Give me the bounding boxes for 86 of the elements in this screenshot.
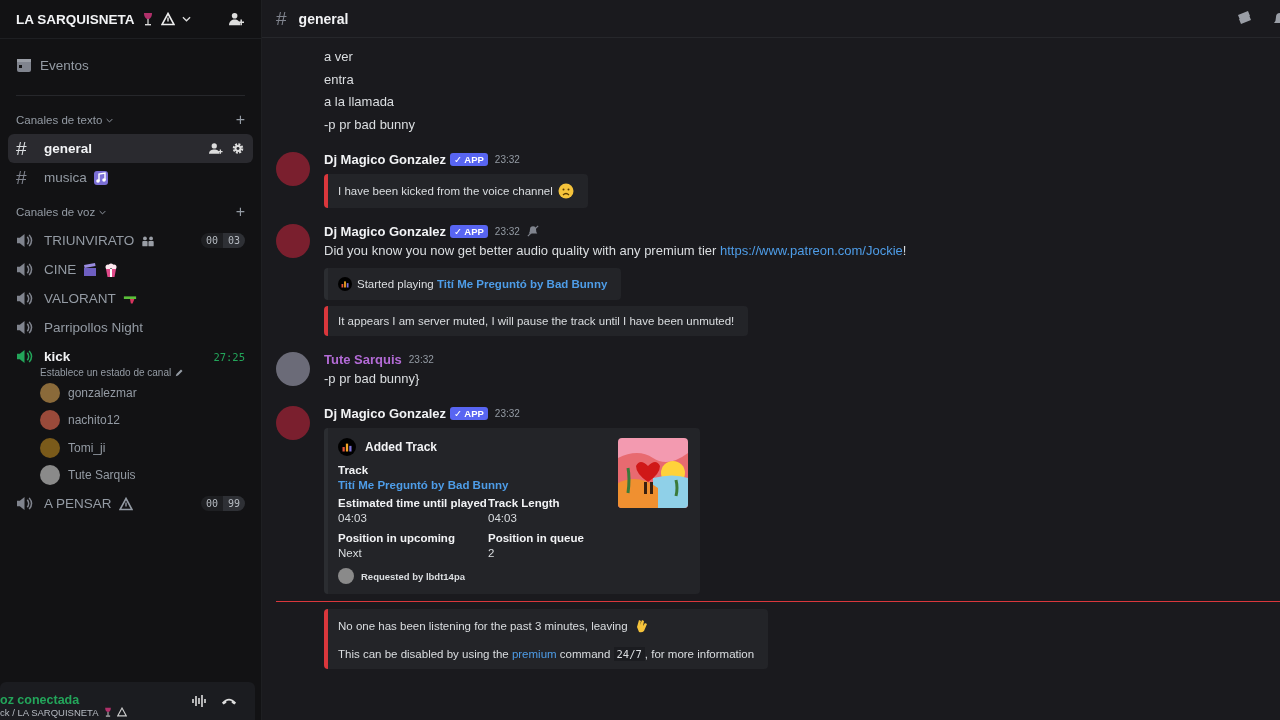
- timestamp: 23:32: [408, 353, 434, 365]
- channel-item[interactable]: # musica: [8, 163, 253, 192]
- equalizer-icon: [338, 277, 352, 291]
- speaker-icon: [16, 320, 33, 335]
- app-badge: ✓ APP: [450, 152, 488, 166]
- voice-channel-item[interactable]: CINE: [8, 255, 253, 284]
- field-label: Estimated time until played: [338, 497, 488, 509]
- message-text: a la llamada: [324, 93, 396, 111]
- link[interactable]: Tití Me Preguntó by Bad Bunny: [338, 479, 594, 491]
- message-text: entra: [324, 70, 355, 89]
- call-timer: 27:25: [213, 350, 245, 363]
- embed-text: This can be disabled by using the premium command 24/7 , for more information: [338, 648, 755, 660]
- add-channel-button[interactable]: +: [235, 111, 245, 129]
- equalizer-icon: [338, 438, 356, 456]
- message-text: -p pr bad bunny}: [324, 370, 420, 388]
- timestamp: 23:32: [494, 407, 520, 419]
- link[interactable]: premium: [511, 648, 557, 660]
- field-value: 04:03: [488, 512, 518, 524]
- author-name[interactable]: Dj Magico Gonzalez: [324, 151, 447, 167]
- hash-icon: #: [16, 137, 36, 160]
- user-count: 00: [200, 233, 223, 248]
- field-label: Track Length: [488, 497, 561, 509]
- message-text: Did you know you now get better audio quality with any premium tier https://www.patreon.com/Jockie!: [324, 242, 907, 260]
- author-name[interactable]: Dj Magico Gonzalez: [324, 405, 447, 421]
- member-name[interactable]: gonzalezmar: [68, 385, 137, 400]
- app-badge: ✓ APP: [450, 406, 488, 420]
- message-text: a ver: [324, 48, 354, 66]
- embed-text: Started playing Tití Me Preguntó by Bad Bunny: [357, 278, 608, 290]
- voice-channel-item[interactable]: A PENSAR 00 99: [8, 489, 253, 518]
- field-label: Position in queue: [488, 532, 585, 544]
- inline-code: 24/7: [613, 647, 645, 661]
- avatar[interactable]: [276, 352, 310, 386]
- speaker-icon: [16, 496, 33, 511]
- speaker-icon: [16, 291, 33, 306]
- member-name[interactable]: nachito12: [68, 413, 121, 428]
- channel-status-prompt[interactable]: Establece un estado de canal: [40, 366, 172, 378]
- field-label: Track: [338, 464, 370, 476]
- chevron-down-icon: [99, 209, 107, 215]
- settings-icon[interactable]: [231, 142, 245, 155]
- embed-text: I have been kicked from the voice channel: [338, 185, 553, 197]
- author-name[interactable]: Tute Sarquis: [324, 351, 402, 367]
- field-label: Position in upcoming: [338, 532, 456, 544]
- channel-title: general: [298, 10, 349, 27]
- channel-item[interactable]: # general: [8, 134, 253, 163]
- embed-text: No one has been listening for the past 3 minutes, leaving: [338, 620, 628, 632]
- chevron-down-icon: [106, 117, 114, 123]
- voice-channel-item[interactable]: Parripollos Night: [8, 313, 253, 342]
- link[interactable]: https://www.patreon.com/Jockie: [720, 243, 903, 258]
- add-member-icon[interactable]: [228, 11, 245, 27]
- footer-text: Requested by lbdt14pa: [361, 570, 465, 582]
- avatar: [338, 568, 354, 584]
- timestamp: 23:32: [494, 153, 520, 165]
- category-label[interactable]: Canales de voz: [16, 206, 96, 218]
- member-name[interactable]: Tute Sarquis: [68, 468, 136, 483]
- category-label[interactable]: Canales de texto: [16, 114, 103, 126]
- voice-channel-item[interactable]: TRIUNVIRATO 00 03: [8, 226, 253, 255]
- message-text: -p pr bad bunny: [324, 115, 417, 134]
- voice-channel-item[interactable]: VALORANT: [8, 284, 253, 313]
- calendar-icon: [16, 57, 32, 73]
- voice-location[interactable]: ck / LA SARQUISNETA: [0, 706, 99, 718]
- user-limit: 03: [222, 233, 245, 248]
- hash-icon: #: [276, 7, 287, 30]
- soundwave-icon[interactable]: [191, 694, 207, 708]
- timestamp: 23:32: [494, 225, 520, 237]
- events-link[interactable]: Eventos: [40, 57, 89, 73]
- speaker-icon: [16, 233, 33, 248]
- app-badge: ✓ APP: [450, 224, 488, 238]
- hash-icon: #: [16, 166, 36, 189]
- field-value: 04:03: [338, 512, 368, 524]
- server-name[interactable]: LA SARQUISNETA: [16, 11, 135, 27]
- user-limit: 99: [222, 496, 245, 511]
- embed-text: It appears I am server muted, I will pause the track until I have been unmuted!: [338, 315, 735, 327]
- add-channel-button[interactable]: +: [235, 203, 245, 221]
- pencil-icon[interactable]: [175, 367, 185, 377]
- add-member-icon[interactable]: [209, 142, 223, 155]
- chevron-down-icon[interactable]: [181, 16, 191, 22]
- speaker-icon: [16, 262, 33, 277]
- speaker-icon: [16, 349, 33, 364]
- link[interactable]: Tití Me Preguntó by Bad Bunny: [436, 278, 608, 290]
- field-value: 2: [488, 547, 496, 559]
- author-name[interactable]: Dj Magico Gonzalez: [324, 223, 447, 239]
- user-count: 00: [200, 496, 223, 511]
- member-name[interactable]: Tomi_ji: [68, 440, 106, 455]
- embed-title: Added Track: [365, 440, 438, 454]
- voice-status: oz conectada: [0, 692, 81, 707]
- field-value: Next: [338, 547, 363, 559]
